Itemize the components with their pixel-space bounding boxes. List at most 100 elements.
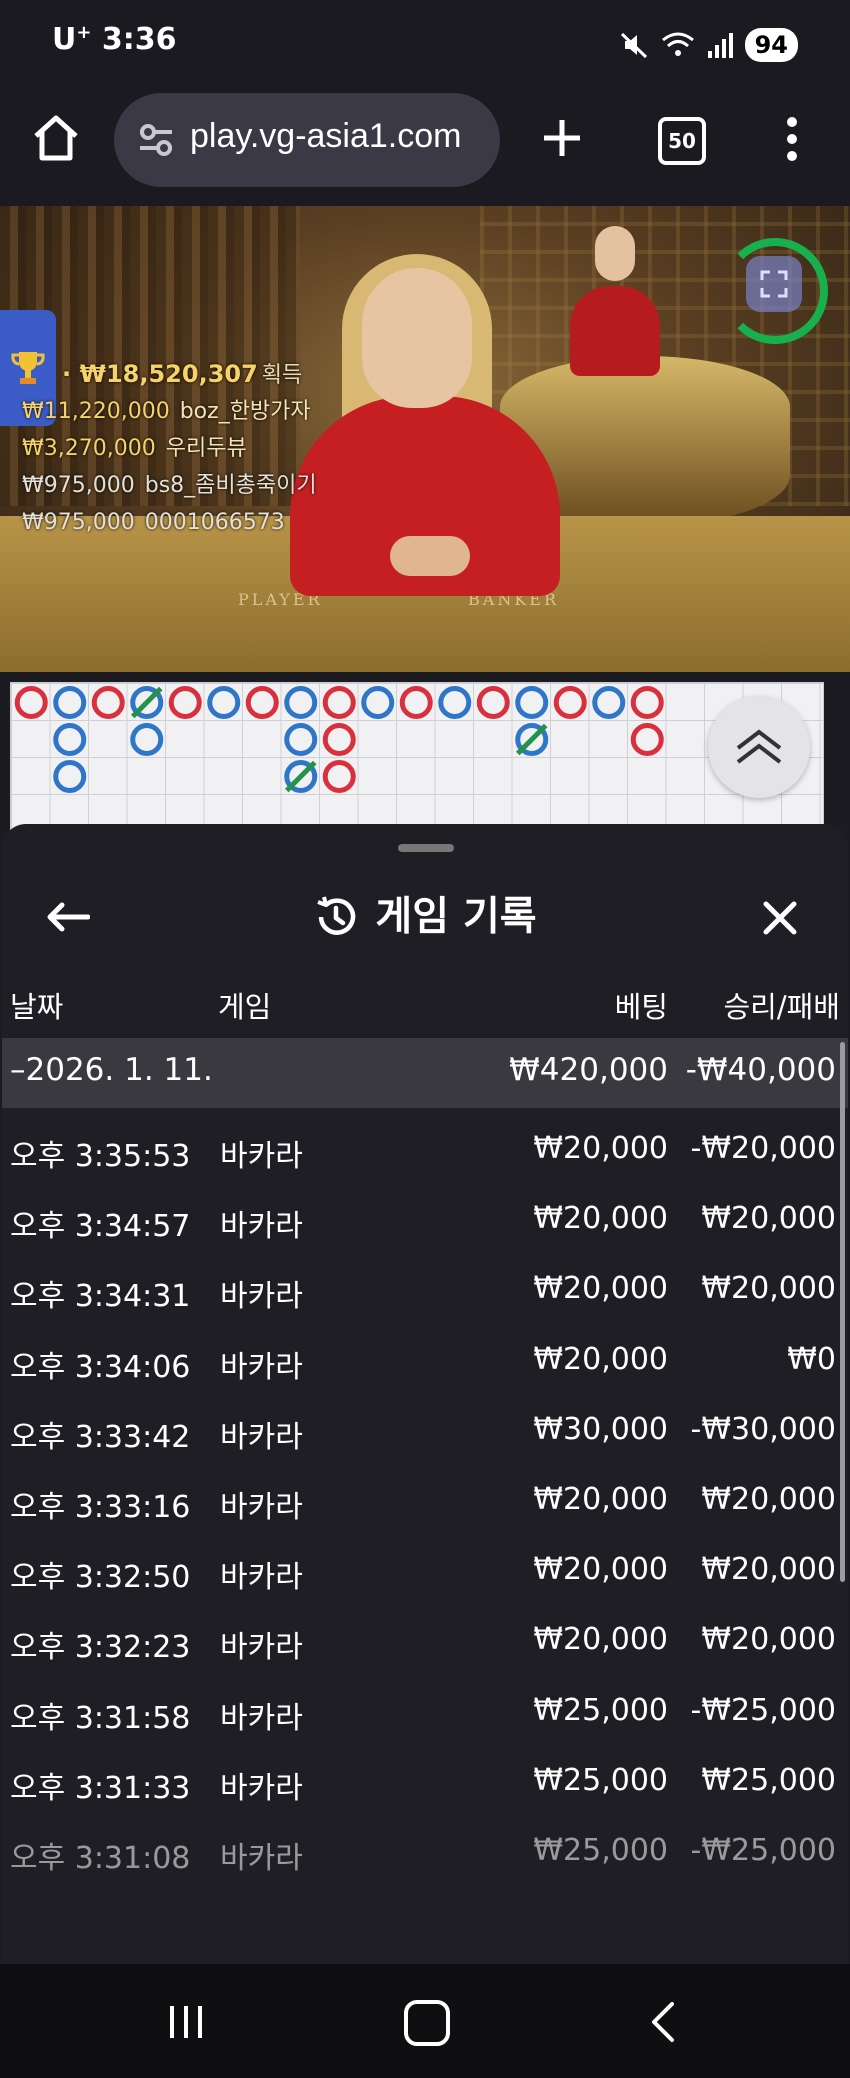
carrier-plus: + <box>76 22 92 43</box>
row-bet: ₩20,000 <box>533 1481 668 1517</box>
row-game: 바카라 <box>220 1209 303 1245</box>
row-game: 바카라 <box>220 1560 303 1596</box>
table-row[interactable]: 오후 3:32:23 바카라 ₩20,000 ₩20,000 <box>2 1605 848 1675</box>
winner-row: ₩3,270,000 우리두뷰 <box>22 430 317 467</box>
row-bet: ₩25,000 <box>533 1762 668 1798</box>
table-row[interactable]: 오후 3:33:16 바카라 ₩20,000 ₩20,000 <box>2 1465 848 1535</box>
table-row[interactable]: 오후 3:34:06 바카라 ₩20,000 ₩0 <box>2 1325 848 1395</box>
mute-icon <box>620 32 647 59</box>
bead-road-marks <box>14 686 664 793</box>
col-result: 승리/패배 <box>723 990 841 1024</box>
sheet-header: 게임 기록 <box>2 864 848 968</box>
row-result: ₩20,000 <box>701 1552 836 1588</box>
nav-back-icon[interactable] <box>648 2002 678 2042</box>
background-dealer-body <box>570 286 660 376</box>
row-game: 바카라 <box>220 1489 303 1525</box>
carrier-label: U+ 3:36 <box>52 22 177 57</box>
row-time: 오후 3:32:50 <box>10 1560 191 1596</box>
player-bead <box>53 760 87 793</box>
winner-row: ₩975,000 0001066573 <box>22 504 317 541</box>
winner-name: boz_한방가자 <box>179 399 311 424</box>
background-dealer-head <box>595 226 635 281</box>
winner-amount: ₩975,000 <box>22 473 135 498</box>
bead-road[interactable] <box>10 682 824 832</box>
row-bet: ₩20,000 <box>533 1341 668 1377</box>
table-row[interactable]: 오후 3:34:31 바카라 ₩20,000 ₩20,000 <box>2 1254 848 1324</box>
table-row[interactable]: 오후 3:33:42 바카라 ₩30,000 -₩30,000 <box>2 1395 848 1465</box>
user-icon: · <box>62 360 72 388</box>
player-bead <box>592 686 626 719</box>
row-bet: ₩20,000 <box>533 1552 668 1588</box>
date-summary-row[interactable]: –2026. 1. 11. ₩420,000 -₩40,000 <box>2 1038 848 1108</box>
row-time: 오후 3:33:16 <box>10 1489 191 1525</box>
recent-apps-icon[interactable] <box>166 2004 206 2040</box>
table-row[interactable]: 오후 3:34:57 바카라 ₩20,000 ₩20,000 <box>2 1184 848 1254</box>
dealer-head <box>362 268 472 408</box>
battery-indicator: 94 <box>744 28 798 62</box>
home-icon[interactable] <box>30 112 82 164</box>
dealer-hands <box>390 536 470 576</box>
player-bead <box>207 686 241 719</box>
winner-name: bs8_좀비총죽이기 <box>144 473 317 498</box>
site-settings-icon[interactable] <box>136 123 176 157</box>
col-bet: 베팅 <box>614 990 668 1024</box>
table-row[interactable]: 오후 3:35:53 바카라 ₩20,000 -₩20,000 <box>2 1114 848 1184</box>
banker-bead <box>630 723 664 756</box>
player-bead <box>515 686 549 719</box>
nav-home-icon[interactable] <box>404 2000 450 2046</box>
top-winner: · ₩18,520,307 획득 <box>22 356 317 393</box>
row-time: 오후 3:31:33 <box>10 1770 191 1806</box>
sheet-title: 게임 기록 <box>375 893 537 940</box>
history-icon <box>317 896 356 935</box>
close-icon[interactable] <box>762 900 798 936</box>
expand-panel-button[interactable] <box>708 696 810 798</box>
browser-toolbar: play.vg-asia1.com 50 <box>0 90 850 206</box>
banker-bead <box>245 686 279 719</box>
new-tab-icon[interactable] <box>536 112 588 164</box>
top-winner-label: 획득 <box>261 363 303 388</box>
winner-amount: ₩975,000 <box>22 510 135 535</box>
row-game: 바카라 <box>220 1279 303 1315</box>
player-bead <box>130 723 164 756</box>
row-bet: ₩25,000 <box>533 1692 668 1728</box>
carrier-name: U <box>52 22 77 57</box>
table-row[interactable]: 오후 3:32:50 바카라 ₩20,000 ₩20,000 <box>2 1535 848 1605</box>
row-result: -₩30,000 <box>690 1411 836 1447</box>
row-result: ₩20,000 <box>701 1622 836 1658</box>
scrollbar[interactable] <box>840 1042 845 1582</box>
live-dealer-video[interactable]: PLAYER BANKER · ₩18,520,307 획득 ₩11,220,00… <box>0 206 850 672</box>
player-bead <box>438 686 472 719</box>
row-time: 오후 3:34:31 <box>10 1279 191 1315</box>
winner-row: ₩975,000 bs8_좀비총죽이기 <box>22 467 317 504</box>
row-time: 오후 3:34:57 <box>10 1209 191 1245</box>
row-game: 바카라 <box>220 1419 303 1455</box>
wifi-icon <box>661 32 694 56</box>
address-bar[interactable]: play.vg-asia1.com <box>114 93 500 187</box>
double-chevron-up-icon <box>736 729 782 764</box>
player-bead <box>284 686 318 719</box>
system-nav-bar <box>0 1964 850 2078</box>
sheet-title-wrap: 게임 기록 <box>2 864 848 969</box>
top-winner-amount: ₩18,520,307 <box>79 360 258 388</box>
expand-icon <box>760 270 788 298</box>
row-result: ₩20,000 <box>701 1481 836 1517</box>
col-game: 게임 <box>218 990 272 1024</box>
fullscreen-button[interactable] <box>746 256 802 312</box>
winner-row: ₩11,220,000 boz_한방가자 <box>22 393 317 430</box>
row-result: ₩20,000 <box>701 1271 836 1307</box>
banker-bead <box>14 686 48 719</box>
banker-bead <box>91 686 125 719</box>
row-game: 바카라 <box>220 1139 303 1174</box>
row-result: ₩25,000 <box>701 1762 836 1798</box>
table-row[interactable]: 오후 3:31:58 바카라 ₩25,000 -₩25,000 <box>2 1676 848 1746</box>
tab-switcher-button[interactable]: 50 <box>658 117 706 165</box>
row-result: -₩25,000 <box>690 1692 836 1728</box>
row-bet: ₩25,000 <box>533 1832 668 1868</box>
row-time: 오후 3:31:58 <box>10 1700 191 1736</box>
winners-list: · ₩18,520,307 획득 ₩11,220,000 boz_한방가자 ₩3,2… <box>22 356 317 541</box>
row-time: 오후 3:34:06 <box>10 1349 191 1385</box>
banker-bead <box>322 760 356 793</box>
more-menu-icon[interactable] <box>786 116 798 162</box>
table-row[interactable]: 오후 3:31:33 바카라 ₩25,000 ₩25,000 <box>2 1746 848 1816</box>
drag-handle[interactable] <box>398 844 454 852</box>
